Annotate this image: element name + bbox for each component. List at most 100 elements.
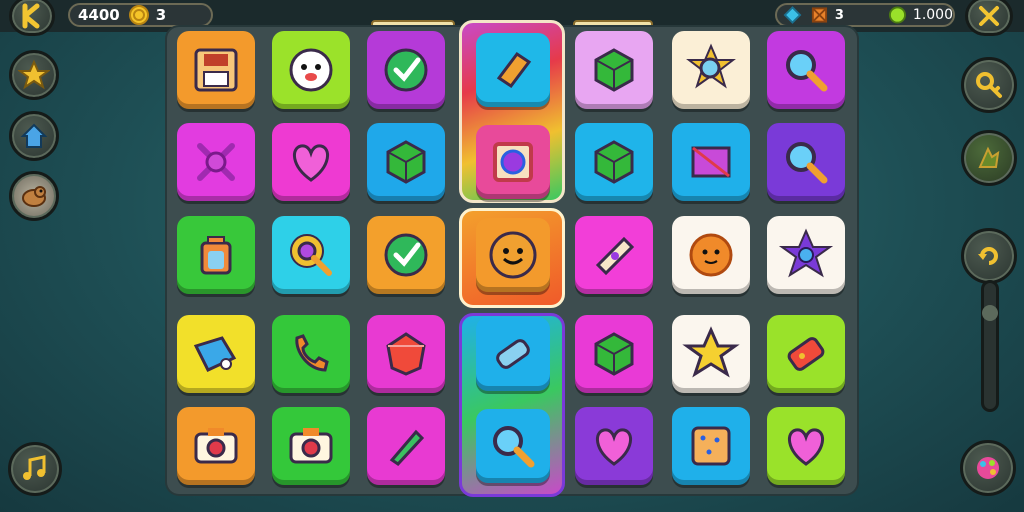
magnifier-icon <box>493 426 535 468</box>
phone-icon <box>295 334 329 372</box>
board-tile[interactable] <box>476 33 550 107</box>
board-tile[interactable] <box>672 315 750 393</box>
vertical-slider[interactable] <box>981 280 999 412</box>
music-button[interactable] <box>8 442 62 496</box>
palette-icon <box>977 457 999 479</box>
board-tile[interactable] <box>575 315 653 393</box>
camera-icon <box>289 428 333 464</box>
board-tile[interactable] <box>672 31 750 109</box>
gem-icon <box>783 6 802 24</box>
sun-face-icon <box>689 233 733 277</box>
hint-icon <box>978 146 1000 168</box>
board-tile[interactable] <box>367 31 445 109</box>
check-icon <box>384 233 428 277</box>
leaf-coin-icon <box>888 6 906 24</box>
floppy-icon <box>194 48 238 92</box>
board-tile[interactable] <box>367 216 445 294</box>
magnifier-star-icon <box>686 43 736 89</box>
key-button[interactable] <box>961 57 1017 113</box>
settings-button[interactable] <box>965 0 1013 36</box>
board-tile[interactable] <box>177 407 255 485</box>
board-tile[interactable] <box>575 407 653 485</box>
gold-value: 1.000 <box>912 7 953 23</box>
face-icon <box>289 48 333 92</box>
board-tile[interactable] <box>272 31 350 109</box>
cracker-icon <box>691 426 731 466</box>
battery-icon <box>496 339 530 369</box>
board-tile[interactable] <box>767 123 845 201</box>
pencil-icon <box>389 429 425 466</box>
eraser-icon <box>496 51 532 89</box>
board-tile[interactable] <box>575 31 653 109</box>
check-icon <box>384 48 428 92</box>
star-icon <box>18 59 50 90</box>
envelope-icon <box>691 146 731 178</box>
magnifier-icon <box>786 50 828 92</box>
cube-icon <box>386 140 426 184</box>
refresh-button[interactable] <box>961 228 1017 284</box>
gem-icon <box>386 332 426 376</box>
camera-icon <box>194 428 238 464</box>
cube-icon <box>594 140 634 184</box>
coin-icon <box>128 5 149 25</box>
board-tile[interactable] <box>367 315 445 393</box>
key-icon <box>976 72 1002 98</box>
house-icon <box>20 123 48 148</box>
board-tile[interactable] <box>177 315 255 393</box>
tag-icon <box>193 336 237 372</box>
star-ring-icon <box>778 228 834 278</box>
smiley-icon <box>489 231 537 279</box>
magnifier-sun-icon <box>290 234 332 276</box>
board-tile[interactable] <box>767 315 845 393</box>
house-powerup[interactable] <box>9 111 59 161</box>
board-tile[interactable] <box>672 123 750 201</box>
board-tile[interactable] <box>476 125 550 199</box>
hint-button[interactable] <box>961 130 1017 186</box>
board-tile[interactable] <box>272 315 350 393</box>
cube-icon <box>594 332 634 376</box>
slider-knob[interactable] <box>982 305 998 321</box>
gems-value: 3 <box>834 7 844 23</box>
heart-icon <box>595 428 633 466</box>
board-tile[interactable] <box>272 407 350 485</box>
back-icon <box>22 3 40 29</box>
board-tile[interactable] <box>575 216 653 294</box>
board-tile[interactable] <box>177 216 255 294</box>
scroll-icon <box>595 236 635 276</box>
beast-icon <box>22 186 46 207</box>
crate-icon <box>811 7 828 23</box>
board-tile[interactable] <box>272 216 350 294</box>
palette-button[interactable] <box>960 440 1016 496</box>
board-tile[interactable] <box>575 123 653 201</box>
board-tile[interactable] <box>367 123 445 201</box>
board-tile[interactable] <box>177 123 255 201</box>
coins-value: 3 <box>155 6 167 24</box>
board-tile[interactable] <box>476 317 550 391</box>
magnifier-icon <box>786 142 828 184</box>
board-tile[interactable] <box>767 407 845 485</box>
refresh-icon <box>978 247 998 265</box>
crossed-tools-icon <box>979 6 999 26</box>
board-tile[interactable] <box>672 407 750 485</box>
board-tile[interactable] <box>476 218 550 292</box>
cube-icon <box>594 48 634 92</box>
target-icon <box>197 143 235 181</box>
board-tile[interactable] <box>767 216 845 294</box>
star-powerup[interactable] <box>9 50 59 100</box>
jar-icon <box>200 236 232 275</box>
board-tile[interactable] <box>672 216 750 294</box>
beast-powerup[interactable] <box>9 171 59 221</box>
game-board <box>167 20 857 497</box>
heart-icon <box>787 428 825 466</box>
board-tile[interactable] <box>767 31 845 109</box>
gem-frame-icon <box>493 142 533 182</box>
phone-card-icon <box>787 337 825 371</box>
heart-icon <box>292 144 330 182</box>
board-tile[interactable] <box>177 31 255 109</box>
board-tile[interactable] <box>476 409 550 483</box>
board-tile[interactable] <box>272 123 350 201</box>
gems-gold-pill: 3 1.000 <box>775 3 955 27</box>
star-icon <box>682 326 740 378</box>
board-tile[interactable] <box>367 407 445 485</box>
back-button[interactable] <box>9 0 55 36</box>
